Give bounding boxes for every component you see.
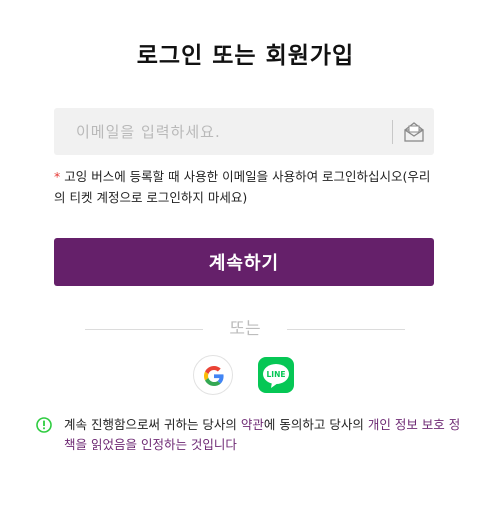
mail-icon[interactable] (403, 122, 425, 142)
terms-text-part: 을 읽었음을 인정하는 것입니다 (75, 437, 237, 452)
notice-text: 고잉 버스에 등록할 때 사용한 이메일을 사용하여 로그인하십시오(우리의 티… (54, 169, 431, 205)
google-icon (204, 366, 224, 386)
terms-link[interactable]: 약관 (241, 417, 264, 432)
or-text: 또는 (229, 319, 261, 339)
line-login-button[interactable]: LINE (256, 355, 296, 395)
divider-line-left (85, 329, 203, 330)
continue-button[interactable]: 계속하기 (54, 238, 434, 286)
email-notice: * 고잉 버스에 등록할 때 사용한 이메일을 사용하여 로그인하십시오(우리의… (54, 166, 434, 208)
or-divider: 또는 (85, 318, 405, 340)
email-input[interactable] (54, 108, 390, 155)
line-icon: LINE (258, 357, 294, 393)
email-field-container (54, 108, 434, 155)
info-icon (36, 417, 52, 433)
terms-text: 계속 진행함으로써 귀하는 당사의 약관에 동의하고 당사의 개인 정보 보호 … (64, 415, 464, 455)
terms-text-part: 계속 진행함으로써 귀하는 당사의 (64, 417, 241, 432)
line-text: LINE (267, 370, 286, 379)
terms-text-part: 에 동의하고 당사의 (263, 417, 368, 432)
divider-line-right (287, 329, 405, 330)
input-divider (392, 120, 393, 144)
google-login-button[interactable] (193, 355, 233, 395)
page-title: 로그인 또는 회원가입 (136, 43, 355, 69)
